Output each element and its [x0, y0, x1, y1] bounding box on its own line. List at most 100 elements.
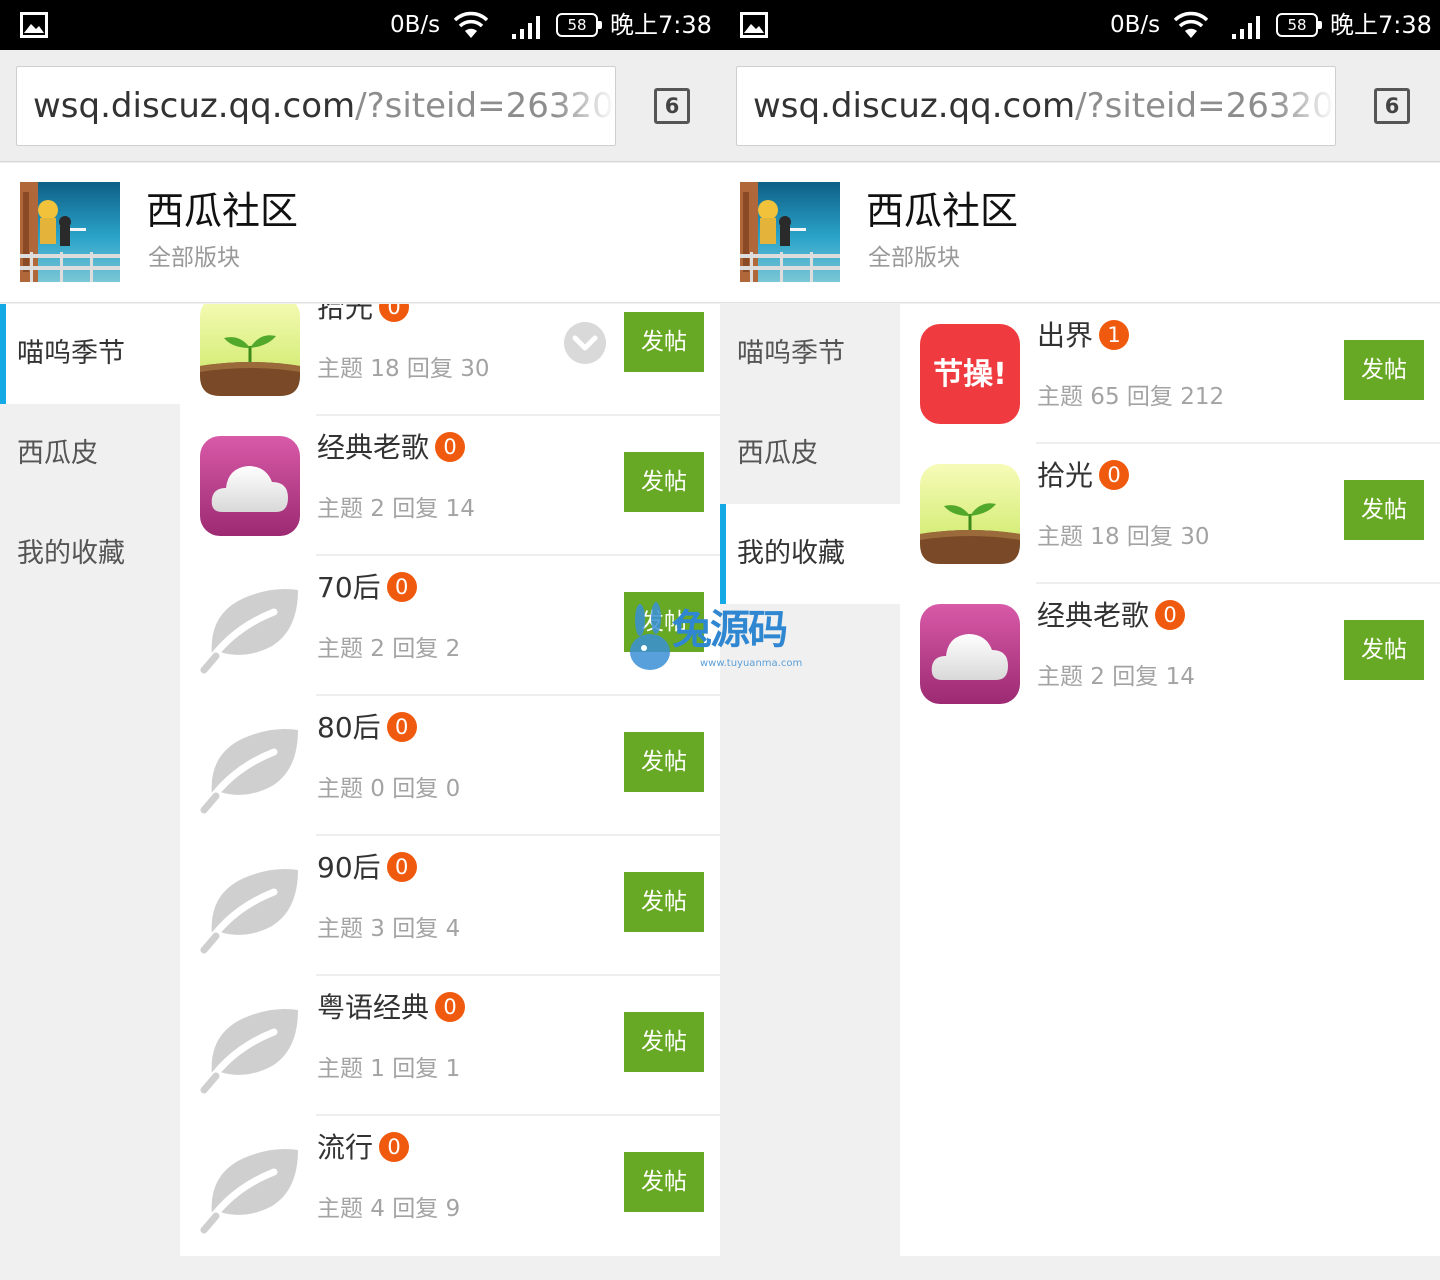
wifi-icon — [1173, 11, 1209, 38]
list-item[interactable]: 80后 0 主题 0 回复 0 发帖 — [180, 696, 720, 836]
sidebar-item-favorites[interactable]: 我的收藏 — [0, 504, 180, 604]
tab-count-button[interactable]: 6 — [654, 88, 690, 124]
sidebar-item-xiguapi[interactable]: 西瓜皮 — [0, 404, 180, 504]
leaf-icon — [200, 716, 300, 816]
cloud-icon — [920, 604, 1020, 704]
post-button[interactable]: 发帖 — [624, 732, 704, 792]
forum-list: 拾光 0 主题 18 回复 30 发帖 经典老歌 0 主题 2 回复 14 发帖 7… — [180, 304, 720, 1256]
post-button[interactable]: 发帖 — [624, 1012, 704, 1072]
list-item[interactable]: 流行 0 主题 4 回复 9 发帖 — [180, 1116, 720, 1256]
site-subtitle[interactable]: 全部版块 — [868, 243, 960, 273]
sprout-icon — [200, 304, 300, 396]
forum-title[interactable]: 70后 0 — [317, 570, 417, 606]
site-title: 西瓜社区 — [146, 189, 299, 233]
post-button[interactable]: 发帖 — [1344, 480, 1424, 540]
post-button[interactable]: 发帖 — [624, 312, 704, 372]
site-title: 西瓜社区 — [866, 189, 1019, 233]
forum-stats: 主题 4 回复 9 — [317, 1196, 461, 1222]
new-count-badge: 0 — [1155, 600, 1186, 630]
sidebar: 喵呜季节 西瓜皮 我的收藏 — [0, 304, 180, 1280]
screen-right: 0B/s 58 晚上7:38 wsq.discuz.qq.com/?siteid… — [720, 0, 1440, 1280]
list-item[interactable]: 90后 0 主题 3 回复 4 发帖 — [180, 836, 720, 976]
forum-title[interactable]: 粤语经典 0 — [317, 990, 466, 1026]
sidebar-item-favorites[interactable]: 我的收藏 — [720, 504, 900, 604]
leaf-icon — [200, 996, 300, 1096]
forum-name-text: 拾光 — [1037, 459, 1094, 492]
forum-name-text: 出界 — [1037, 319, 1094, 352]
forum-name-text: 拾光 — [317, 304, 374, 324]
clock: 晚上7:38 — [610, 11, 712, 39]
forum-title[interactable]: 90后 0 — [317, 850, 417, 886]
site-header: 西瓜社区 全部版块 — [720, 163, 1440, 303]
clock: 晚上7:38 — [1330, 11, 1432, 39]
cloud-icon — [200, 436, 300, 536]
url-field[interactable]: wsq.discuz.qq.com/?siteid=263206817 — [16, 66, 616, 146]
sidebar-item-xiguapi[interactable]: 西瓜皮 — [720, 404, 900, 504]
list-item[interactable]: 粤语经典 0 主题 1 回复 1 发帖 — [180, 976, 720, 1116]
forum-name-text: 80后 — [317, 711, 381, 744]
forum-title[interactable]: 经典老歌 0 — [317, 430, 466, 466]
site-avatar — [740, 182, 840, 282]
sidebar-item-miaowu[interactable]: 喵呜季节 — [0, 304, 180, 404]
forum-stats: 主题 0 回复 0 — [317, 776, 461, 802]
forum-stats: 主题 18 回复 30 — [317, 356, 490, 382]
signal-icon — [512, 16, 540, 39]
browser-toolbar: wsq.discuz.qq.com/?siteid=263206817 6 — [0, 50, 720, 162]
forum-name-text: 90后 — [317, 851, 381, 884]
sidebar-item-miaowu[interactable]: 喵呜季节 — [720, 304, 900, 404]
forum-stats: 主题 2 回复 14 — [1037, 664, 1195, 690]
screen-left: 0B/s 58 晚上7:38 wsq.discuz.qq.com/?siteid… — [0, 0, 720, 1280]
forum-list: 节操! 出界 1 主题 65 回复 212 发帖 拾光 0 主题 18 回复 30 … — [900, 304, 1440, 1256]
url-path: /?siteid=263206817 — [355, 86, 615, 126]
forum-name-text: 流行 — [317, 1131, 374, 1164]
forum-title[interactable]: 拾光 0 — [317, 304, 410, 326]
gallery-icon — [20, 12, 48, 38]
list-item[interactable]: 拾光 0 主题 18 回复 30 发帖 — [180, 304, 720, 416]
sidebar: 喵呜季节 西瓜皮 我的收藏 — [720, 304, 900, 1280]
forum-title[interactable]: 出界 1 — [1037, 318, 1130, 354]
bottom-strip — [0, 1256, 720, 1280]
jiecao-icon-text: 节操! — [933, 357, 1007, 392]
forum-title[interactable]: 80后 0 — [317, 710, 417, 746]
post-button[interactable]: 发帖 — [624, 592, 704, 652]
post-button[interactable]: 发帖 — [1344, 340, 1424, 400]
wifi-icon — [453, 11, 489, 38]
forum-name-text: 经典老歌 — [1037, 599, 1150, 632]
leaf-icon — [200, 1136, 300, 1236]
list-item[interactable]: 经典老歌 0 主题 2 回复 14 发帖 — [900, 584, 1440, 724]
forum-title[interactable]: 经典老歌 0 — [1037, 598, 1186, 634]
list-item[interactable]: 拾光 0 主题 18 回复 30 发帖 — [900, 444, 1440, 584]
new-count-badge: 0 — [379, 1132, 410, 1162]
network-speed: 0B/s — [390, 12, 441, 38]
site-header: 西瓜社区 全部版块 — [0, 163, 720, 303]
gallery-icon — [740, 12, 768, 38]
new-count-badge: 0 — [386, 712, 417, 742]
site-subtitle[interactable]: 全部版块 — [148, 243, 240, 273]
forum-name-text: 经典老歌 — [317, 431, 430, 464]
url-field[interactable]: wsq.discuz.qq.com/?siteid=263206817 — [736, 66, 1336, 146]
list-item[interactable]: 70后 0 主题 2 回复 2 发帖 — [180, 556, 720, 696]
post-button[interactable]: 发帖 — [624, 872, 704, 932]
avatar-illustration — [740, 182, 840, 282]
new-count-badge: 0 — [435, 432, 466, 462]
tab-count-button[interactable]: 6 — [1374, 88, 1410, 124]
new-count-badge: 0 — [386, 852, 417, 882]
list-item[interactable]: 节操! 出界 1 主题 65 回复 212 发帖 — [900, 304, 1440, 444]
post-button[interactable]: 发帖 — [624, 1152, 704, 1212]
forum-stats: 主题 3 回复 4 — [317, 916, 461, 942]
forum-title[interactable]: 拾光 0 — [1037, 458, 1130, 494]
forum-stats: 主题 1 回复 1 — [317, 1056, 461, 1082]
chevron-down-icon[interactable] — [564, 322, 606, 364]
forum-stats: 主题 2 回复 14 — [317, 496, 475, 522]
sprout-icon — [920, 464, 1020, 564]
post-button[interactable]: 发帖 — [1344, 620, 1424, 680]
jiecao-icon: 节操! — [920, 324, 1020, 424]
list-item[interactable]: 经典老歌 0 主题 2 回复 14 发帖 — [180, 416, 720, 556]
new-count-badge: 0 — [1099, 460, 1130, 490]
forum-title[interactable]: 流行 0 — [317, 1130, 410, 1166]
forum-name-text: 70后 — [317, 571, 381, 604]
post-button[interactable]: 发帖 — [624, 452, 704, 512]
leaf-icon — [200, 856, 300, 956]
browser-toolbar: wsq.discuz.qq.com/?siteid=263206817 6 — [720, 50, 1440, 162]
battery-icon: 58 — [1276, 13, 1322, 37]
